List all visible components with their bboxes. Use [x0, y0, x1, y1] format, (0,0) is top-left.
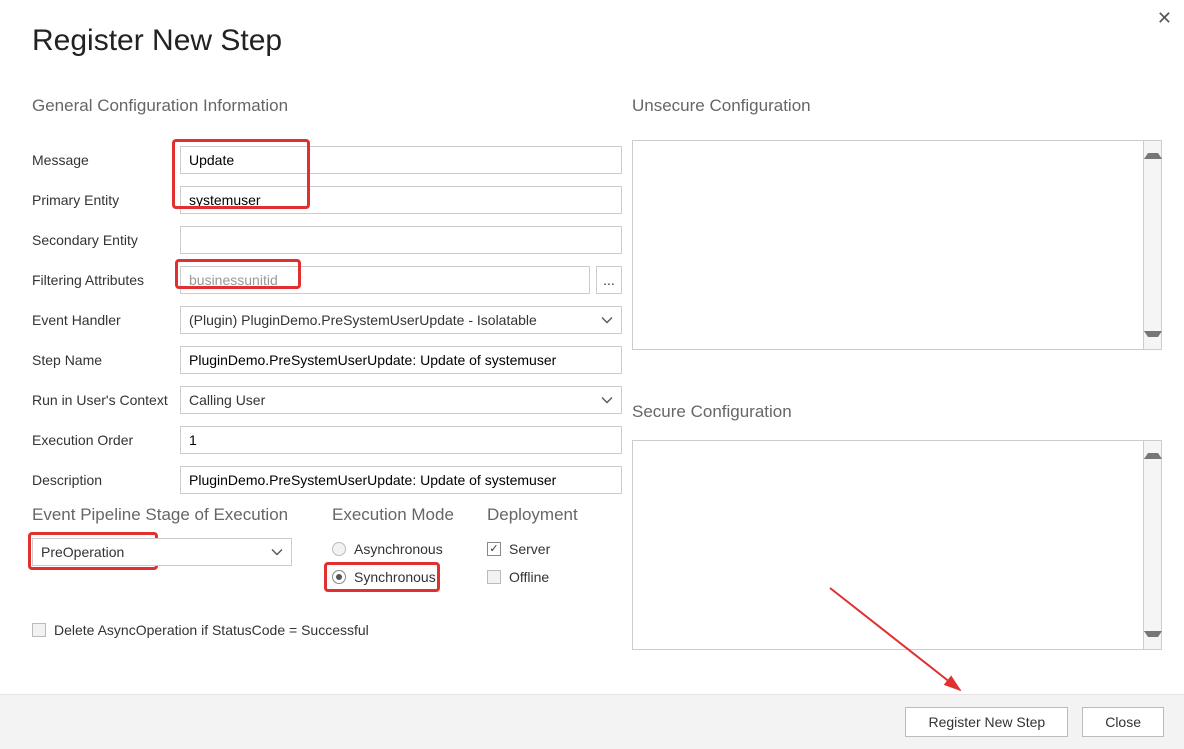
chevron-down-icon [271, 546, 283, 558]
label-message: Message [32, 152, 180, 168]
step-name-input[interactable] [180, 346, 622, 374]
secure-config-textarea[interactable] [632, 440, 1162, 650]
label-secondary-entity: Secondary Entity [32, 232, 180, 248]
section-general-heading: General Configuration Information [32, 96, 288, 116]
heading-pipeline: Event Pipeline Stage of Execution [32, 505, 332, 525]
deployment-offline-label: Offline [509, 569, 549, 585]
pipeline-stage-field: PreOperation [32, 538, 292, 566]
label-step-name: Step Name [32, 352, 180, 368]
checkbox-icon [487, 570, 501, 584]
radio-icon [332, 570, 346, 584]
register-step-dialog: ✕ Register New Step General Configuratio… [0, 0, 1184, 749]
delete-async-option[interactable]: Delete AsyncOperation if StatusCode = Su… [32, 622, 369, 638]
event-handler-value: (Plugin) PluginDemo.PreSystemUserUpdate … [189, 312, 537, 328]
checkbox-icon: ✓ [487, 542, 501, 556]
secondary-entity-input[interactable] [180, 226, 622, 254]
radio-icon [332, 542, 346, 556]
exec-mode-async-option[interactable]: Asynchronous [332, 535, 443, 563]
filtering-attributes-browse-button[interactable]: ... [596, 266, 622, 294]
scroll-down-icon[interactable] [1144, 331, 1162, 349]
pipeline-stage-select[interactable]: PreOperation [32, 538, 292, 566]
close-button[interactable]: Close [1082, 707, 1164, 737]
section-unsecure-heading: Unsecure Configuration [632, 96, 811, 116]
subsection-headings: Event Pipeline Stage of Execution Execut… [32, 505, 622, 525]
label-filtering-attributes: Filtering Attributes [32, 272, 180, 288]
general-form: Message Primary Entity Secondary Entity … [32, 140, 622, 500]
label-description: Description [32, 472, 180, 488]
chevron-down-icon [601, 314, 613, 326]
scroll-down-icon[interactable] [1144, 631, 1162, 649]
scrollbar[interactable] [1143, 441, 1161, 649]
close-icon[interactable]: ✕ [1157, 8, 1172, 29]
execution-mode-group: Asynchronous Synchronous [332, 535, 443, 591]
heading-deployment: Deployment [487, 505, 622, 525]
exec-mode-sync-label: Synchronous [354, 569, 436, 585]
chevron-down-icon [601, 394, 613, 406]
pipeline-stage-value: PreOperation [41, 544, 124, 560]
register-new-step-button[interactable]: Register New Step [905, 707, 1068, 737]
deployment-server-option[interactable]: ✓ Server [487, 535, 550, 563]
dialog-title: Register New Step [32, 24, 282, 58]
execution-order-input[interactable] [180, 426, 622, 454]
heading-exec-mode: Execution Mode [332, 505, 487, 525]
exec-mode-sync-option[interactable]: Synchronous [332, 563, 443, 591]
scroll-up-icon[interactable] [1144, 441, 1162, 459]
description-input[interactable] [180, 466, 622, 494]
delete-async-label: Delete AsyncOperation if StatusCode = Su… [54, 622, 369, 638]
section-secure-heading: Secure Configuration [632, 402, 792, 422]
label-execution-order: Execution Order [32, 432, 180, 448]
label-run-context: Run in User's Context [32, 392, 180, 408]
run-context-select[interactable]: Calling User [180, 386, 622, 414]
filtering-attributes-input[interactable] [180, 266, 590, 294]
dialog-footer: Register New Step Close [0, 694, 1184, 749]
checkbox-icon [32, 623, 46, 637]
deployment-group: ✓ Server Offline [487, 535, 550, 591]
event-handler-select[interactable]: (Plugin) PluginDemo.PreSystemUserUpdate … [180, 306, 622, 334]
run-context-value: Calling User [189, 392, 265, 408]
exec-mode-async-label: Asynchronous [354, 541, 443, 557]
message-input[interactable] [180, 146, 622, 174]
unsecure-config-textarea[interactable] [632, 140, 1162, 350]
scroll-up-icon[interactable] [1144, 141, 1162, 159]
deployment-server-label: Server [509, 541, 550, 557]
label-primary-entity: Primary Entity [32, 192, 180, 208]
primary-entity-input[interactable] [180, 186, 622, 214]
label-event-handler: Event Handler [32, 312, 180, 328]
deployment-offline-option[interactable]: Offline [487, 563, 550, 591]
scrollbar[interactable] [1143, 141, 1161, 349]
